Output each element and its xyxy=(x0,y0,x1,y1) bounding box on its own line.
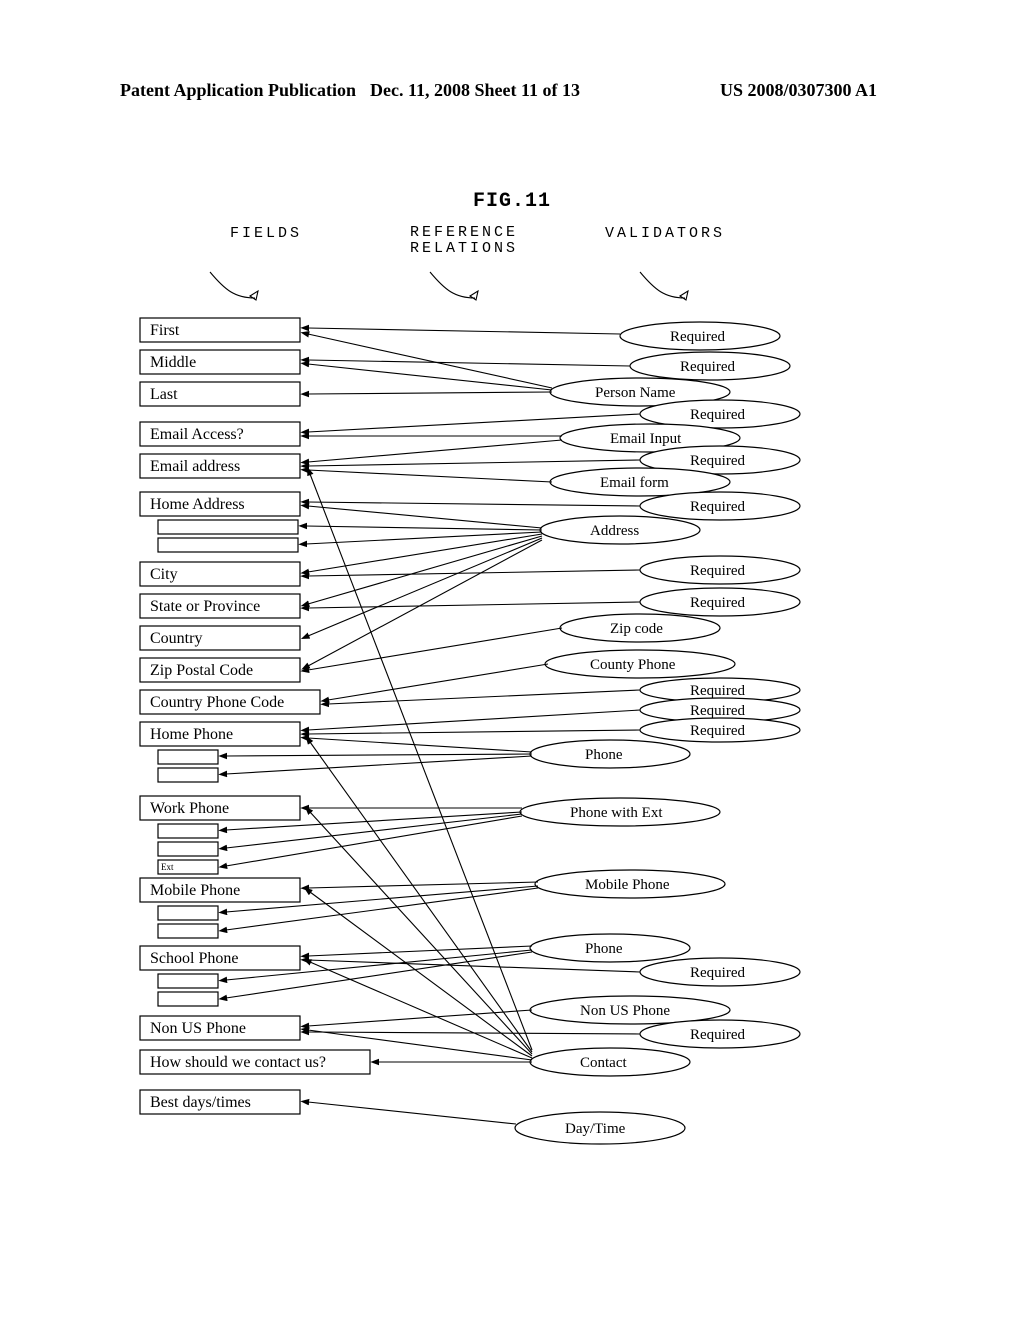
svg-text:Required: Required xyxy=(690,499,745,515)
home-phone-sub1 xyxy=(158,750,218,764)
field-home-address: Home Address xyxy=(140,492,300,516)
mobile-phone-sub2 xyxy=(158,924,218,938)
svg-text:Email Access?: Email Access? xyxy=(150,426,244,443)
diagram-svg: First Middle Last Email Access? Email ad… xyxy=(0,0,1024,1320)
field-email-address: Email address xyxy=(140,454,300,478)
svg-text:Email address: Email address xyxy=(150,458,240,475)
svg-text:Required: Required xyxy=(690,683,745,699)
svg-text:Zip code: Zip code xyxy=(610,621,663,637)
svg-text:Required: Required xyxy=(680,359,735,375)
svg-text:Mobile Phone: Mobile Phone xyxy=(585,877,670,893)
validator-required-6: Required xyxy=(640,556,800,584)
field-country-phone-code: Country Phone Code xyxy=(140,690,320,714)
svg-text:City: City xyxy=(150,566,178,583)
validator-phone: Phone xyxy=(530,740,690,768)
svg-text:County Phone: County Phone xyxy=(590,657,676,673)
svg-text:Required: Required xyxy=(690,595,745,611)
svg-text:Non US Phone: Non US Phone xyxy=(150,1020,246,1037)
work-phone-sub2 xyxy=(158,842,218,856)
svg-text:Required: Required xyxy=(690,965,745,981)
work-phone-sub1 xyxy=(158,824,218,838)
svg-text:Email form: Email form xyxy=(600,475,669,491)
field-middle: Middle xyxy=(140,350,300,374)
svg-text:Work Phone: Work Phone xyxy=(150,800,229,817)
field-city: City xyxy=(140,562,300,586)
svg-text:How should we contact us?: How should we contact us? xyxy=(150,1054,326,1071)
svg-text:Home Phone: Home Phone xyxy=(150,726,233,743)
svg-text:Required: Required xyxy=(690,703,745,719)
validator-phone-2: Phone xyxy=(530,934,690,962)
svg-text:Non US Phone: Non US Phone xyxy=(580,1003,670,1019)
validator-required-1: Required xyxy=(620,322,780,350)
svg-text:Person Name: Person Name xyxy=(595,385,676,401)
svg-text:Mobile Phone: Mobile Phone xyxy=(150,882,240,899)
svg-text:Middle: Middle xyxy=(150,354,196,371)
home-phone-sub2 xyxy=(158,768,218,782)
field-email-access: Email Access? xyxy=(140,422,300,446)
validator-required-5: Required xyxy=(640,492,800,520)
home-address-sub1 xyxy=(158,520,298,534)
svg-text:Email Input: Email Input xyxy=(610,431,682,447)
svg-text:Country: Country xyxy=(150,630,202,647)
field-country: Country xyxy=(140,626,300,650)
svg-text:First: First xyxy=(150,322,180,339)
field-contact-question: How should we contact us? xyxy=(140,1050,370,1074)
svg-text:Phone: Phone xyxy=(585,747,623,763)
field-first: First xyxy=(140,318,300,342)
validator-required-12: Required xyxy=(640,1020,800,1048)
svg-text:Phone with Ext: Phone with Ext xyxy=(570,805,663,821)
field-best-days: Best days/times xyxy=(140,1090,300,1114)
validator-required-11: Required xyxy=(640,958,800,986)
mobile-phone-sub1 xyxy=(158,906,218,920)
field-last: Last xyxy=(140,382,300,406)
field-school-phone: School Phone xyxy=(140,946,300,970)
school-phone-sub2 xyxy=(158,992,218,1006)
validator-required-10: Required xyxy=(640,718,800,742)
validator-non-us-phone: Non US Phone xyxy=(530,996,730,1024)
svg-text:Contact: Contact xyxy=(580,1055,627,1071)
validator-zip-code: Zip code xyxy=(560,614,720,642)
svg-text:Required: Required xyxy=(690,1027,745,1043)
svg-text:Zip Postal Code: Zip Postal Code xyxy=(150,662,253,679)
svg-text:Required: Required xyxy=(690,453,745,469)
field-zip-postal: Zip Postal Code xyxy=(140,658,300,682)
svg-text:Required: Required xyxy=(670,329,725,345)
validator-required-7: Required xyxy=(640,588,800,616)
field-state-province: State or Province xyxy=(140,594,300,618)
home-address-sub2 xyxy=(158,538,298,552)
svg-text:Required: Required xyxy=(690,563,745,579)
field-mobile-phone: Mobile Phone xyxy=(140,878,300,902)
validator-day-time: Day/Time xyxy=(515,1112,685,1144)
svg-text:Home Address: Home Address xyxy=(150,496,245,513)
patent-figure-page: Patent Application Publication Dec. 11, … xyxy=(0,0,1024,1320)
field-work-phone: Work Phone xyxy=(140,796,300,820)
validator-contact: Contact xyxy=(530,1048,690,1076)
field-home-phone: Home Phone xyxy=(140,722,300,746)
svg-text:Country Phone Code: Country Phone Code xyxy=(150,694,284,711)
svg-text:Address: Address xyxy=(590,523,639,539)
svg-text:Required: Required xyxy=(690,407,745,423)
svg-text:Phone: Phone xyxy=(585,941,623,957)
svg-text:Best days/times: Best days/times xyxy=(150,1094,251,1111)
svg-text:State or Province: State or Province xyxy=(150,598,260,615)
svg-text:Ext: Ext xyxy=(161,862,174,872)
validator-county-phone: County Phone xyxy=(545,650,735,678)
validator-required-2: Required xyxy=(630,352,790,380)
field-non-us-phone: Non US Phone xyxy=(140,1016,300,1040)
school-phone-sub1 xyxy=(158,974,218,988)
validator-mobile-phone: Mobile Phone xyxy=(535,870,725,898)
svg-text:Last: Last xyxy=(150,386,178,403)
validator-phone-with-ext: Phone with Ext xyxy=(520,798,720,826)
field-ext: Ext xyxy=(158,860,218,874)
svg-text:Day/Time: Day/Time xyxy=(565,1121,626,1137)
svg-text:School Phone: School Phone xyxy=(150,950,238,967)
svg-text:Required: Required xyxy=(690,723,745,739)
validator-address: Address xyxy=(540,516,700,544)
